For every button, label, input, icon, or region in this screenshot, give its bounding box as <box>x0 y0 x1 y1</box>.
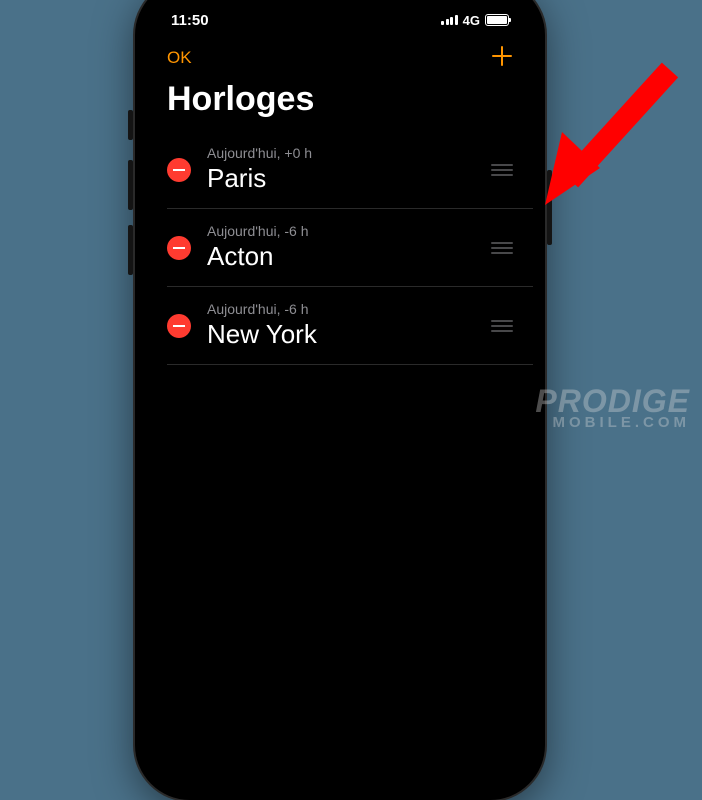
watermark: PRODIGE MOBILE.COM <box>535 385 690 430</box>
clock-list: Aujourd'hui, +0 h Paris Aujourd'hui, -6 … <box>147 131 533 365</box>
ok-button[interactable]: OK <box>167 48 192 68</box>
nav-bar: OK <box>147 36 533 80</box>
page-title: Horloges <box>147 80 533 131</box>
delete-button[interactable] <box>167 236 191 260</box>
notch <box>250 0 430 20</box>
watermark-line1: PRODIGE <box>535 385 690 417</box>
delete-button[interactable] <box>167 314 191 338</box>
phone-frame: 11:50 4G OK Horloges Aujourd'hui, +0 h <box>135 0 545 800</box>
clock-offset: Aujourd'hui, -6 h <box>207 301 475 317</box>
clock-offset: Aujourd'hui, +0 h <box>207 145 475 161</box>
delete-button[interactable] <box>167 158 191 182</box>
clock-row[interactable]: Aujourd'hui, -6 h Acton <box>167 209 533 287</box>
battery-icon <box>485 14 509 26</box>
clock-row[interactable]: Aujourd'hui, -6 h New York <box>167 287 533 365</box>
add-button[interactable] <box>491 44 513 72</box>
clock-city: Paris <box>207 163 475 194</box>
clock-offset: Aujourd'hui, -6 h <box>207 223 475 239</box>
drag-handle-icon[interactable] <box>491 242 513 254</box>
arrow-annotation-icon <box>540 60 690 220</box>
watermark-line2: MOBILE.COM <box>535 415 690 430</box>
network-label: 4G <box>463 13 480 28</box>
signal-icon <box>441 15 458 25</box>
drag-handle-icon[interactable] <box>491 320 513 332</box>
phone-screen: 11:50 4G OK Horloges Aujourd'hui, +0 h <box>147 0 533 788</box>
clock-city: Acton <box>207 241 475 272</box>
plus-icon <box>491 45 513 67</box>
drag-handle-icon[interactable] <box>491 164 513 176</box>
status-time: 11:50 <box>171 12 209 29</box>
clock-row[interactable]: Aujourd'hui, +0 h Paris <box>167 131 533 209</box>
clock-city: New York <box>207 319 475 350</box>
